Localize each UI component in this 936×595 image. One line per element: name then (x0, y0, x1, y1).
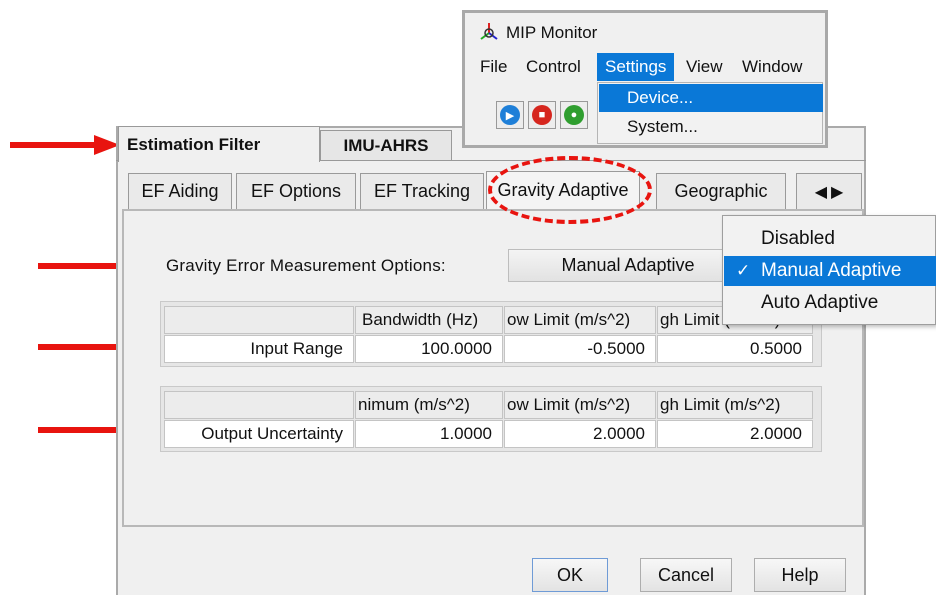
gravity-options-dropdown: Disabled ✓ Manual Adaptive Auto Adaptive (722, 215, 936, 325)
menu-settings[interactable]: Settings (597, 53, 675, 81)
app-logo-icon (478, 21, 500, 43)
menu-control[interactable]: Control (526, 53, 581, 81)
column-header: gh Limit (m/s^2) (657, 391, 813, 419)
header-text: ow Limit (m/s^2) (507, 310, 631, 329)
help-button[interactable]: Help (754, 558, 846, 592)
menu-window[interactable]: Window (742, 53, 802, 81)
cell-value: 1.0000 (440, 424, 492, 443)
menu-label: File (480, 57, 508, 76)
menu-item-label: System... (627, 117, 698, 136)
tab-imu-ahrs[interactable]: IMU-AHRS (320, 130, 452, 160)
column-header: ow Limit (m/s^2) (504, 391, 656, 419)
row-label: Output Uncertainty (164, 420, 354, 448)
cell-value: 2.0000 (593, 424, 645, 443)
menu-label: Settings (605, 57, 667, 76)
bandwidth-input[interactable]: 100.0000 (355, 335, 503, 363)
menu-file[interactable]: File (480, 53, 507, 81)
gravity-options-value: Manual Adaptive (561, 255, 695, 275)
cell-value: -0.5000 (587, 339, 645, 358)
button-label: Cancel (657, 564, 715, 585)
tab-scroll-buttons: ◀ ▶ (796, 173, 862, 209)
window-title-text: MIP Monitor (506, 23, 598, 42)
option-text: Disabled (761, 228, 835, 249)
tab-label: EF Options (250, 181, 342, 201)
tab-label: Gravity Adaptive (497, 180, 629, 200)
tab-label: EF Aiding (141, 181, 219, 201)
record-icon: ● (564, 105, 584, 125)
header-text: ow Limit (m/s^2) (507, 395, 631, 414)
menu-label: View (686, 57, 723, 76)
button-label: Help (781, 564, 819, 585)
menu-label: Window (742, 57, 803, 76)
gravity-options-label: Gravity Error Measurement Options: (166, 256, 446, 275)
output-minimum-field[interactable]: 1.0000 (355, 420, 503, 448)
cell-value: 2.0000 (750, 424, 802, 443)
table-corner (164, 391, 354, 419)
button-label: OK (556, 564, 583, 585)
cancel-button[interactable]: Cancel (640, 558, 732, 592)
tab-estimation-filter[interactable]: Estimation Filter (118, 126, 320, 162)
menu-item-device[interactable]: Device... (599, 84, 823, 112)
stop-icon: ■ (532, 105, 552, 125)
menu-view[interactable]: View (686, 53, 723, 81)
column-header: Bandwidth (Hz) (355, 306, 503, 334)
play-icon: ▶ (500, 105, 520, 125)
tab-label: IMU-AHRS (343, 135, 429, 155)
stop-button[interactable]: ■ (528, 101, 556, 129)
header-text: nimum (m/s^2) (358, 395, 470, 414)
input-high-limit-field[interactable]: 0.5000 (657, 335, 813, 363)
column-header: ow Limit (m/s^2) (504, 306, 656, 334)
dropdown-option-auto-adaptive[interactable]: Auto Adaptive (724, 288, 936, 318)
dropdown-option-manual-adaptive[interactable]: ✓ Manual Adaptive (724, 256, 936, 286)
header-text: Bandwidth (Hz) (362, 310, 479, 329)
gravity-options-select[interactable]: Manual Adaptive (508, 249, 748, 282)
option-text: Auto Adaptive (761, 292, 879, 313)
play-button[interactable]: ▶ (496, 101, 524, 129)
chevron-right-icon[interactable]: ▶ (831, 182, 843, 202)
window-title: MIP Monitor (506, 23, 597, 43)
column-header: nimum (m/s^2) (355, 391, 503, 419)
dropdown-option-disabled[interactable]: Disabled (724, 224, 936, 254)
tab-ef-options[interactable]: EF Options (236, 173, 356, 209)
tab-ef-aiding[interactable]: EF Aiding (128, 173, 232, 209)
tab-gravity-adaptive[interactable]: Gravity Adaptive (486, 171, 640, 209)
annotation-arrow-main-tab (10, 135, 120, 155)
row-label-text: Input Range (250, 339, 343, 358)
menu-label: Control (526, 57, 581, 76)
chevron-left-icon[interactable]: ◀ (815, 182, 827, 202)
ok-button[interactable]: OK (532, 558, 608, 592)
check-icon: ✓ (736, 261, 751, 280)
output-high-limit-field[interactable]: 2.0000 (657, 420, 813, 448)
input-low-limit-field[interactable]: -0.5000 (504, 335, 656, 363)
tab-label: Geographic (674, 181, 768, 201)
cell-value: 100.0000 (421, 339, 492, 358)
row-label: Input Range (164, 335, 354, 363)
settings-menu: Device... System... (597, 82, 823, 144)
tab-label: EF Tracking (373, 181, 471, 201)
header-text: gh Limit (m/s^2) (660, 395, 781, 414)
cell-value: 0.5000 (750, 339, 802, 358)
menu-item-label: Device... (627, 88, 694, 107)
menu-item-system[interactable]: System... (599, 113, 823, 141)
tab-label: Estimation Filter (127, 134, 261, 154)
output-low-limit-field[interactable]: 2.0000 (504, 420, 656, 448)
record-button[interactable]: ● (560, 101, 588, 129)
tab-geographic[interactable]: Geographic (656, 173, 786, 209)
row-label-text: Output Uncertainty (201, 424, 343, 443)
table-corner (164, 306, 354, 334)
option-text: Manual Adaptive (761, 260, 902, 281)
tab-ef-tracking[interactable]: EF Tracking (360, 173, 484, 209)
